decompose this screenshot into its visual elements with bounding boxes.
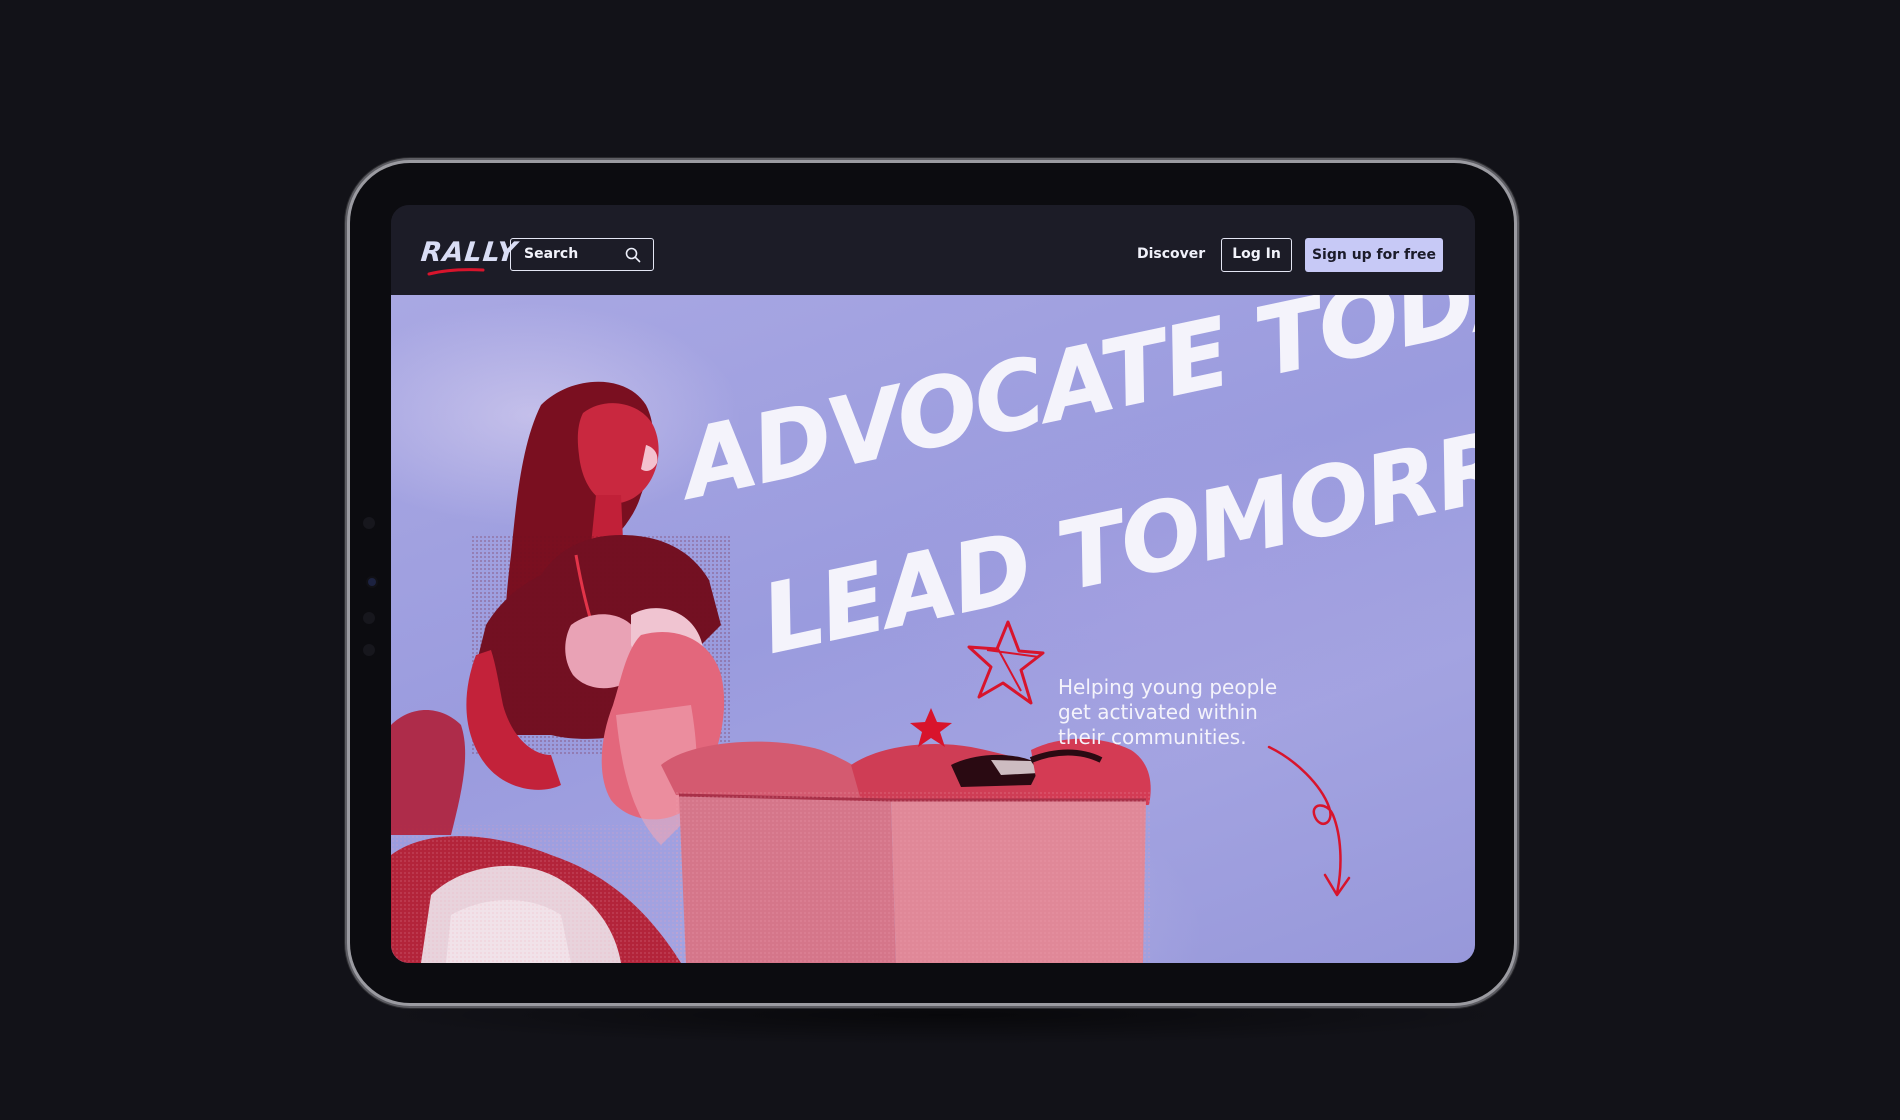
tagline-line-2: get activated within bbox=[1058, 700, 1258, 724]
camera-dot bbox=[363, 517, 375, 529]
camera-dot bbox=[363, 612, 375, 624]
camera-dot bbox=[363, 644, 375, 656]
hero-section: ADVOCATE TODAY LEAD TOMORROW Helping you… bbox=[391, 295, 1475, 963]
search-label: Search bbox=[524, 246, 579, 262]
top-navbar: RALLY Search Discover Log In Sign up for… bbox=[391, 205, 1475, 295]
logo-underline bbox=[427, 268, 485, 276]
tagline-line-3: their communities. bbox=[1058, 725, 1247, 749]
hero-photo bbox=[391, 381, 1151, 963]
search-input[interactable]: Search bbox=[510, 238, 654, 271]
tagline-line-1: Helping young people bbox=[1058, 675, 1278, 699]
signup-button[interactable]: Sign up for free bbox=[1305, 238, 1443, 272]
login-button[interactable]: Log In bbox=[1221, 238, 1292, 272]
tablet-screen: RALLY Search Discover Log In Sign up for… bbox=[391, 205, 1475, 963]
nav-discover-link[interactable]: Discover bbox=[1137, 246, 1205, 262]
hero-tagline: Helping young people get activated withi… bbox=[1058, 675, 1318, 750]
rally-logo[interactable]: RALLY bbox=[419, 237, 519, 268]
search-icon[interactable] bbox=[625, 247, 641, 263]
camera-sensor bbox=[368, 578, 376, 586]
